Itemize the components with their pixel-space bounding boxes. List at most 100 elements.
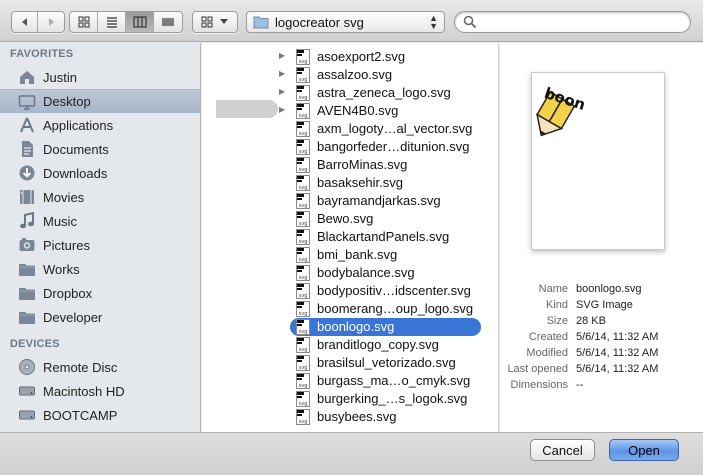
sidebar-item-label: Documents	[43, 141, 109, 157]
file-icon-label: svg	[299, 113, 308, 119]
sidebar-item-label: Macintosh HD	[43, 383, 125, 399]
file-icon-label: svg	[299, 131, 308, 137]
location-popup[interactable]: logocreator svg ▲ ▼	[246, 11, 445, 33]
sidebar-item-desktop[interactable]: Desktop	[0, 89, 200, 113]
info-line: Dimensions --	[500, 379, 703, 395]
sidebar-item-applications[interactable]: Applications	[0, 113, 200, 137]
favorites-header: FAVORITES	[10, 48, 74, 60]
file-icon-label: svg	[299, 185, 308, 191]
svg-file-icon: svg	[296, 67, 310, 83]
open-button[interactable]: Open	[609, 439, 679, 461]
file-row[interactable]: svg branditlogo_copy.svg	[202, 336, 498, 354]
sidebar-item-remote-disc[interactable]: Remote Disc	[0, 355, 200, 379]
sidebar-item-label: Desktop	[43, 94, 91, 109]
applications-icon	[17, 116, 37, 134]
file-row[interactable]: svg boomerang…oup_logo.svg	[202, 300, 498, 318]
arrange-button[interactable]	[192, 11, 238, 33]
boon-logo-image: boon	[536, 84, 588, 137]
info-key: Modified	[526, 347, 568, 359]
info-line: Last opened 5/6/14, 11:32 AM	[500, 363, 703, 379]
file-row[interactable]: svg busybees.svg	[202, 408, 498, 426]
file-name: branditlogo_copy.svg	[317, 337, 439, 352]
sidebar-item-documents[interactable]: Documents	[0, 137, 200, 161]
hard-drive-icon	[17, 382, 37, 400]
bottom-bar	[0, 432, 703, 475]
svg-file-icon: svg	[296, 211, 310, 227]
list-view-button[interactable]	[98, 12, 126, 32]
sidebar-item-music[interactable]: Music	[0, 209, 200, 233]
cover-flow-button[interactable]	[154, 12, 182, 32]
info-key: Size	[546, 315, 568, 327]
file-row[interactable]: svg brasilsul_vetorizado.svg	[202, 354, 498, 372]
file-icon-label: svg	[299, 311, 308, 317]
file-name: Bewo.svg	[317, 211, 374, 226]
file-icon-label: svg	[299, 329, 308, 335]
disclosure-triangle-icon: ▶	[279, 69, 286, 78]
sidebar-item-justin[interactable]: Justin	[0, 65, 200, 89]
file-row[interactable]: ▶ svg AVEN4B0.svg	[202, 102, 498, 120]
sidebar-item-label: Music	[43, 213, 77, 229]
sidebar-item-bootcamp[interactable]: BOOTCAMP	[0, 403, 200, 427]
file-row[interactable]: svg Bewo.svg	[202, 210, 498, 228]
file-row[interactable]: svg bangorfeder…ditunion.svg	[202, 138, 498, 156]
cover-flow-icon	[162, 18, 174, 26]
column-view-icon	[133, 16, 146, 28]
file-icon-label: svg	[299, 419, 308, 425]
documents-icon	[17, 140, 37, 158]
file-row[interactable]: ▶ svg astra_zeneca_logo.svg	[202, 84, 498, 102]
arrange-menu[interactable]	[193, 12, 237, 32]
file-row[interactable]: svg bodybalance.svg	[202, 264, 498, 282]
sidebar-item-developer[interactable]: Developer	[0, 305, 200, 329]
file-name: boonlogo.svg	[317, 319, 395, 334]
music-icon	[17, 212, 37, 230]
file-row[interactable]: svg basaksehir.svg	[202, 174, 498, 192]
home-icon	[17, 68, 37, 86]
info-key: Dimensions	[510, 379, 568, 391]
file-name: bayramandjarkas.svg	[317, 193, 441, 208]
devices-header: DEVICES	[10, 338, 60, 350]
file-row[interactable]: svg bmi_bank.svg	[202, 246, 498, 264]
file-row[interactable]: svg BlackartandPanels.svg	[202, 228, 498, 246]
back-button[interactable]	[12, 12, 38, 32]
svg-file-icon: svg	[296, 391, 310, 407]
svg-file-icon: svg	[296, 157, 310, 173]
sidebar: FAVORITES Justin Desktop Applications Docum…	[0, 43, 201, 432]
sidebar-item-works[interactable]: Works	[0, 257, 200, 281]
file-row[interactable]: svg burgerking_…s_logok.svg	[202, 390, 498, 408]
sidebar-item-label: Works	[43, 261, 80, 277]
chevron-right-icon	[49, 18, 54, 26]
file-row[interactable]: svg axm_logoty…al_vector.svg	[202, 120, 498, 138]
sidebar-item-movies[interactable]: Movies	[0, 185, 200, 209]
svg-file-icon: svg	[296, 103, 310, 119]
search-field[interactable]	[454, 11, 691, 33]
sidebar-item-label: Developer	[43, 309, 103, 325]
sidebar-item-label: Movies	[43, 189, 85, 205]
forward-button[interactable]	[38, 12, 64, 32]
svg-file-icon: svg	[296, 355, 310, 371]
file-name: bodypositiv…idscenter.svg	[317, 283, 471, 298]
sidebar-item-macintosh-hd[interactable]: Macintosh HD	[0, 379, 200, 403]
icon-view-button[interactable]	[70, 12, 98, 32]
disclosure-triangle-icon: ▶	[279, 105, 286, 114]
sidebar-item-dropbox[interactable]: Dropbox	[0, 281, 200, 305]
file-icon-label: svg	[299, 293, 308, 299]
cancel-button[interactable]: Cancel	[530, 439, 595, 461]
file-list-column: ▶ svg asoexport2.svg ▶ svg assalzoo.svg ▶ svg as…	[202, 43, 499, 432]
svg-file-icon: svg	[296, 283, 310, 299]
file-row[interactable]: ▶ svg assalzoo.svg	[202, 66, 498, 84]
column-view-button[interactable]	[126, 12, 154, 32]
disclosure-triangle-icon: ▶	[279, 51, 286, 60]
svg-file-icon: svg	[296, 229, 310, 245]
file-row[interactable]: ▶ svg asoexport2.svg	[202, 48, 498, 66]
desktop-icon	[17, 93, 37, 111]
file-row[interactable]: svg burgass_ma…o_cmyk.svg	[202, 372, 498, 390]
sidebar-item-downloads[interactable]: Downloads	[0, 161, 200, 185]
file-name: astra_zeneca_logo.svg	[317, 85, 451, 100]
file-preview-thumbnail: boon	[531, 72, 665, 250]
file-row[interactable]: svg BarroMinas.svg	[202, 156, 498, 174]
file-row[interactable]: svg bodypositiv…idscenter.svg	[202, 282, 498, 300]
file-row[interactable]: svg bayramandjarkas.svg	[202, 192, 498, 210]
sidebar-item-pictures[interactable]: Pictures	[0, 233, 200, 257]
file-row[interactable]: svg boonlogo.svg	[202, 318, 498, 336]
folder-icon	[17, 284, 37, 302]
